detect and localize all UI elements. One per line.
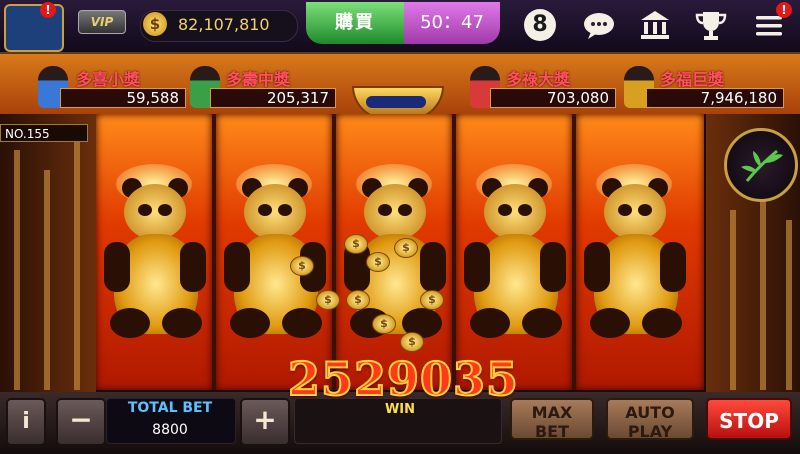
increase-bet-button[interactable]: + bbox=[240, 398, 290, 446]
panda-symbol bbox=[344, 178, 446, 358]
jackpot-value-4: 7,946,180 bbox=[646, 88, 784, 108]
stop-button[interactable]: STOP bbox=[706, 398, 792, 440]
auto-play-label-line2: PLAY bbox=[627, 422, 673, 441]
panda-symbol bbox=[104, 178, 206, 358]
chat-icon[interactable] bbox=[582, 8, 616, 42]
machine-number: NO.155 bbox=[0, 124, 88, 142]
coin-icon: $ bbox=[400, 332, 424, 352]
balance-value: 82,107,810 bbox=[178, 15, 270, 34]
reel-2 bbox=[216, 114, 332, 390]
jackpot-value-3: 703,080 bbox=[490, 88, 616, 108]
coin-icon: $ bbox=[346, 290, 370, 310]
notification-badge: ! bbox=[40, 2, 56, 18]
trophy-icon[interactable] bbox=[694, 8, 728, 42]
win-label: WIN bbox=[384, 402, 416, 417]
reel-4 bbox=[456, 114, 572, 390]
max-bet-button[interactable]: MAX BET bbox=[510, 398, 594, 441]
coin-icon: $ bbox=[394, 238, 418, 258]
jackpot-name-1: 多喜小獎 bbox=[76, 70, 141, 89]
jackpot-name-4: 多福巨獎 bbox=[660, 70, 725, 89]
menu-notification-badge: ! bbox=[776, 2, 792, 18]
bank-icon[interactable] bbox=[638, 8, 672, 42]
bamboo-stalk bbox=[74, 140, 80, 390]
bamboo-stalk bbox=[44, 170, 50, 390]
win-amount: 2529035 bbox=[287, 351, 520, 407]
coin-icon: $ bbox=[143, 12, 167, 36]
bamboo-stalk bbox=[760, 200, 766, 390]
max-bet-label-line2: BET bbox=[534, 422, 570, 441]
decrease-bet-button[interactable]: − bbox=[56, 398, 106, 446]
buy-button[interactable]: 購買 bbox=[306, 2, 404, 44]
bamboo-icon[interactable] bbox=[724, 128, 798, 202]
panda-symbol bbox=[584, 178, 686, 358]
coin-icon: $ bbox=[372, 314, 396, 334]
max-bet-label-line1: MAX bbox=[531, 403, 573, 422]
jackpot-value-2: 205,317 bbox=[210, 88, 336, 108]
coin-icon: $ bbox=[290, 256, 314, 276]
coin-icon: $ bbox=[316, 290, 340, 310]
jackpot-name-3: 多祿大獎 bbox=[506, 70, 571, 89]
auto-play-button[interactable]: AUTO PLAY bbox=[606, 398, 694, 441]
bonus-timer: 50：47 bbox=[404, 2, 500, 44]
coin-icon: $ bbox=[344, 234, 368, 254]
total-bet-label: TOTAL BET bbox=[127, 400, 213, 416]
bamboo-stalk bbox=[730, 210, 736, 390]
info-button[interactable]: i bbox=[6, 398, 46, 446]
jackpot-name-2: 多壽中獎 bbox=[226, 70, 291, 89]
treasure-bowl-band bbox=[366, 96, 426, 108]
auto-play-label-line1: AUTO bbox=[625, 403, 675, 422]
vip-badge[interactable]: VIP bbox=[78, 10, 126, 34]
bamboo-stalk bbox=[14, 150, 20, 390]
coin-icon: $ bbox=[366, 252, 390, 272]
reel-5 bbox=[576, 114, 704, 390]
jackpot-value-1: 59,588 bbox=[60, 88, 186, 108]
panda-symbol bbox=[464, 178, 566, 358]
ball-8-icon[interactable]: 8 bbox=[524, 9, 556, 41]
coin-icon: $ bbox=[420, 290, 444, 310]
total-bet-value: 8800 bbox=[152, 422, 188, 438]
reel-1 bbox=[96, 114, 212, 390]
bamboo-stalk bbox=[786, 220, 792, 390]
